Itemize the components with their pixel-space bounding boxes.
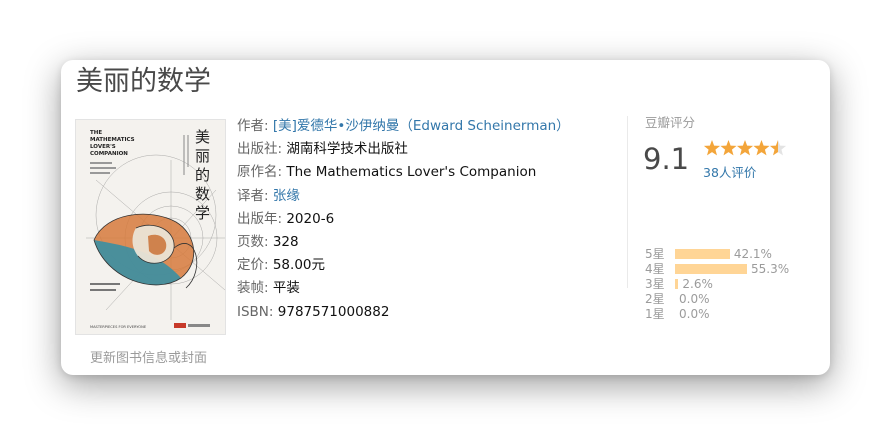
cover-en-title-1: THE: [90, 130, 102, 136]
rating-score: 9.1: [643, 142, 690, 176]
rating-bar: [675, 279, 679, 289]
info-row: 出版年: 2020-6: [237, 208, 597, 231]
cover-cn-title-5: 学: [195, 204, 210, 222]
cover-cn-title-4: 数: [195, 185, 210, 203]
info-value: 9787571000882: [277, 303, 390, 320]
update-book-info-link[interactable]: 更新图书信息或封面: [90, 347, 207, 366]
info-key: 出版社:: [237, 141, 287, 158]
cover-cn-title-2: 丽: [195, 147, 210, 165]
star-icon: [736, 140, 754, 156]
info-value: The Mathematics Lover's Companion: [286, 164, 537, 181]
info-row: 定价: 58.00元: [237, 254, 597, 277]
rating-percent: 42.1%: [733, 247, 772, 261]
rating-level-label: 4星: [645, 262, 665, 276]
rating-count-link[interactable]: 38人评价: [703, 162, 756, 181]
cover-en-title-2: MATHEMATICS: [90, 137, 135, 143]
info-key: 装帧:: [237, 280, 273, 297]
rating-percent: 55.3%: [751, 262, 790, 276]
cover-cn-title-1: 美: [195, 128, 210, 146]
rating-level-label: 3星: [645, 277, 665, 291]
rating-percent: 0.0%: [679, 292, 710, 306]
rating-level-label: 2星: [645, 292, 665, 306]
info-key: 原作名:: [237, 164, 287, 181]
star-icon: [753, 140, 770, 156]
info-key: 译者:: [237, 187, 273, 204]
info-row: 出版社: 湖南科学技术出版社: [237, 138, 597, 161]
book-title: 美丽的数学: [76, 66, 211, 97]
book-cover-art: THE MATHEMATICS LOVER'S COMPANION 美 丽 的 …: [76, 120, 225, 334]
douban-rating-panel: 豆瓣评分 9.1 38人评价 5星 42.1% 4星 55.3% 3星 2.6% 2星 0.0…: [643, 112, 825, 321]
info-value: 58.00元: [272, 257, 325, 274]
book-info-list: 作者: [美]爱德华•沙伊纳曼（Edward Scheinerman） 出版社: …: [237, 115, 597, 324]
book-cover-image[interactable]: THE MATHEMATICS LOVER'S COMPANION 美 丽 的 …: [75, 119, 226, 335]
info-row: 装帧: 平装: [237, 277, 597, 300]
info-row: ISBN: 9787571000882: [237, 301, 597, 324]
info-row: 原作名: The Mathematics Lover's Companion: [237, 161, 597, 184]
cover-en-title-4: COMPANION: [90, 151, 128, 157]
rating-stars: [703, 140, 787, 156]
info-value: 湖南科学技术出版社: [286, 141, 408, 158]
info-value: 2020-6: [286, 210, 335, 227]
info-value: 平装: [272, 280, 300, 297]
star-icon: [720, 140, 737, 156]
rating-level-label: 1星: [645, 307, 665, 321]
info-row: 页数: 328: [237, 231, 597, 254]
rating-bar: [675, 264, 747, 274]
rating-level-label: 5星: [645, 247, 665, 261]
rating-bar: [675, 249, 730, 259]
info-key: 作者:: [237, 118, 273, 134]
section-divider: [627, 116, 628, 288]
info-value: 328: [272, 234, 299, 251]
info-key: 定价:: [237, 257, 273, 274]
cover-series-label: MASTERPIECES FOR EVERYONE: [90, 325, 147, 329]
cover-cn-title-3: 的: [195, 166, 210, 184]
info-row: 作者: [美]爱德华•沙伊纳曼（Edward Scheinerman）: [237, 115, 597, 138]
info-key: 出版年:: [237, 210, 287, 227]
book-subject-card: 美丽的数学 THE MATHEMATICS LOVER'S COMPANION …: [61, 60, 830, 375]
rating-percent: 0.0%: [679, 307, 710, 321]
star-icon: [769, 140, 787, 156]
info-value-link[interactable]: [美]爱德华•沙伊纳曼（Edward Scheinerman）: [273, 118, 570, 134]
info-value-link[interactable]: 张缘: [273, 188, 300, 204]
info-key: ISBN:: [237, 303, 278, 320]
info-key: 页数:: [237, 234, 273, 251]
rating-percent: 2.6%: [682, 277, 713, 291]
rating-label: 豆瓣评分: [645, 115, 696, 130]
info-row: 译者: 张缘: [237, 185, 597, 208]
cover-en-title-3: LOVER'S: [90, 144, 116, 150]
star-icon: [703, 140, 721, 156]
